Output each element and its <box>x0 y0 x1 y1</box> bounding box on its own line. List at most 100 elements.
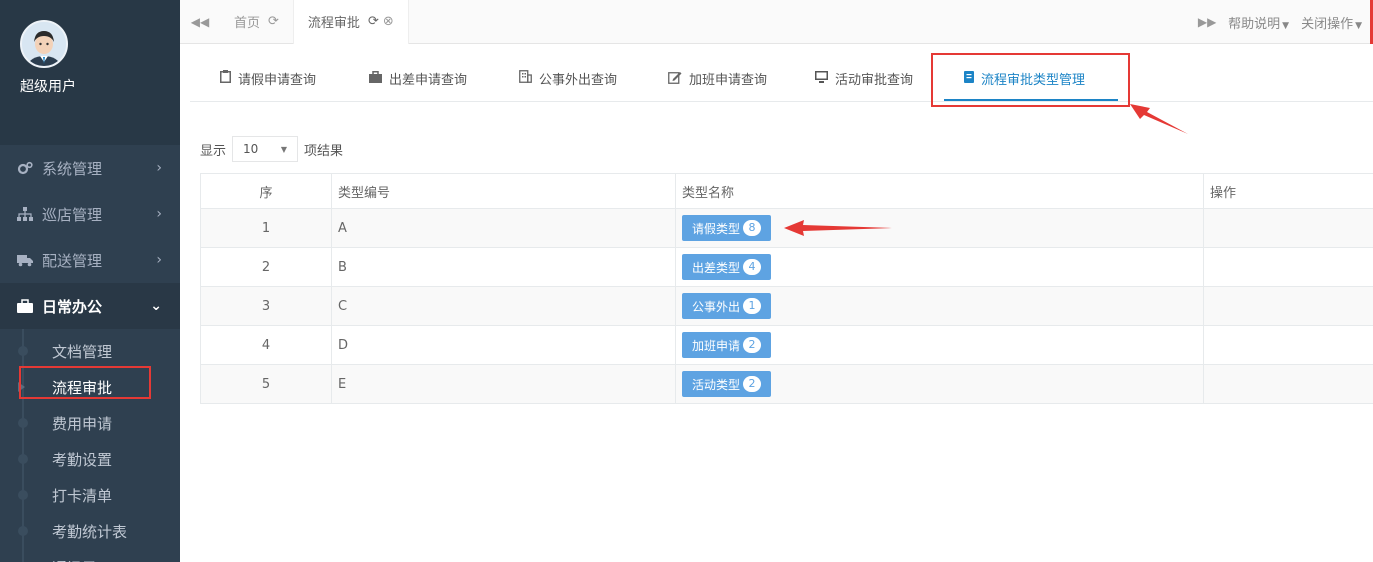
close-operations-dropdown[interactable]: 关闭操作 ▼ <box>1295 13 1368 32</box>
length-prefix: 显示 <box>200 143 227 159</box>
help-dropdown[interactable]: 帮助说明 ▼ <box>1222 13 1295 32</box>
nav-label: 巡店管理 <box>42 205 103 224</box>
chevron-right-icon: › <box>156 252 162 268</box>
nav-label: 日常办公 <box>42 297 103 316</box>
submenu-item-documents[interactable]: 文档管理 <box>0 333 180 369</box>
type-code: C <box>331 286 676 326</box>
submenu: 文档管理 流程审批 费用申请 考勤设置 打卡清单 考勤统计表 通讯录 <box>0 329 180 562</box>
tab-activity-approval-query[interactable]: 活动审批查询 <box>815 54 913 102</box>
nav-label: 配送管理 <box>42 251 103 270</box>
type-code: E <box>331 364 676 404</box>
actions-cell <box>1203 364 1373 404</box>
active-tab-underline <box>944 99 1118 101</box>
page-length-select[interactable]: 10 ▼ <box>232 136 299 162</box>
tab-leave-query[interactable]: 请假申请查询 <box>220 54 316 102</box>
tab-label: 流程审批 <box>307 16 360 31</box>
submenu-item-workflow-approval[interactable]: 流程审批 <box>0 369 180 405</box>
nav-daily-office[interactable]: 日常办公 ⌄ <box>0 283 180 329</box>
edit-icon <box>668 70 682 87</box>
row-index: 4 <box>200 325 332 365</box>
column-header[interactable]: 序 <box>200 173 332 209</box>
type-button-label: 请假类型 <box>692 221 741 236</box>
type-name-cell: 公事外出 1 <box>675 286 1204 326</box>
tab-label: 出差申请查询 <box>389 72 468 88</box>
nav-system-management[interactable]: 系统管理 › <box>0 145 180 191</box>
page-length-value: 10 <box>243 142 259 156</box>
submenu-item-attendance-settings[interactable]: 考勤设置 <box>0 441 180 477</box>
type-code: D <box>331 325 676 365</box>
count-badge: 1 <box>743 298 762 314</box>
row-index: 3 <box>200 286 332 326</box>
length-suffix: 项结果 <box>304 143 344 159</box>
chevron-right-icon: › <box>156 160 162 176</box>
tab-label: 活动审批查询 <box>835 72 914 88</box>
tab-overtime-query[interactable]: 加班申请查询 <box>668 54 767 102</box>
refresh-icon[interactable]: ⟳ <box>368 14 379 29</box>
tab-bar: ◀◀ 首页 ⟳ 流程审批 ⟳ ⊗ ▶▶ 帮助说明 ▼ 关闭操作 ▼ <box>180 0 1373 44</box>
row-index: 5 <box>200 364 332 404</box>
type-button[interactable]: 请假类型 8 <box>682 215 772 241</box>
tab-official-outing-query[interactable]: 公事外出查询 <box>519 54 617 102</box>
types-table: 序 类型编号 类型名称 操作 1 A 请假类型 8 2 B 出差类型 4 3 C… <box>200 173 1373 404</box>
submenu-item-attendance-stats[interactable]: 考勤统计表 <box>0 513 180 549</box>
nav-delivery-management[interactable]: 配送管理 › <box>0 237 180 283</box>
nav-label: 系统管理 <box>42 159 103 178</box>
page-length-control: 显示 10 ▼ 项结果 <box>200 136 343 162</box>
type-name-cell: 活动类型 2 <box>675 364 1204 404</box>
clipboard-icon <box>220 70 231 86</box>
table-row: 4 D 加班申请 2 <box>200 325 1373 365</box>
type-button[interactable]: 活动类型 2 <box>682 371 772 397</box>
count-badge: 2 <box>743 376 762 392</box>
nav-store-inspection[interactable]: 巡店管理 › <box>0 191 180 237</box>
query-tabs: 请假申请查询 出差申请查询 公事外出查询 加班申请查询 活动审批查询 流程审批类… <box>190 53 1373 107</box>
caret-down-icon: ▼ <box>1282 20 1290 31</box>
username: 超级用户 <box>20 79 76 95</box>
caret-down-icon: ▼ <box>1355 20 1362 31</box>
tab-home[interactable]: 首页 ⟳ <box>220 0 294 44</box>
type-button[interactable]: 公事外出 1 <box>682 293 772 319</box>
truck-icon <box>16 253 34 267</box>
type-button[interactable]: 加班申请 2 <box>682 332 772 358</box>
submenu-item-contacts[interactable]: 通讯录 <box>0 549 180 562</box>
type-button[interactable]: 出差类型 4 <box>682 254 772 280</box>
tab-workflow-type-management[interactable]: 流程审批类型管理 <box>964 54 1085 102</box>
actions-cell <box>1203 208 1373 248</box>
type-button-label: 活动类型 <box>692 377 741 392</box>
row-index: 1 <box>200 208 332 248</box>
content-panel: 请假申请查询 出差申请查询 公事外出查询 加班申请查询 活动审批查询 流程审批类… <box>190 53 1373 562</box>
tab-workflow-approval[interactable]: 流程审批 ⟳ ⊗ <box>293 0 409 44</box>
type-button-label: 加班申请 <box>692 338 741 353</box>
actions-cell <box>1203 247 1373 287</box>
column-header[interactable]: 类型编号 <box>331 173 676 209</box>
briefcase-icon <box>369 70 382 86</box>
submenu-item-expense-request[interactable]: 费用申请 <box>0 405 180 441</box>
tab-label: 请假申请查询 <box>238 72 317 88</box>
help-label: 帮助说明 <box>1228 16 1281 32</box>
close-icon[interactable]: ⊗ <box>383 14 394 29</box>
type-button-label: 出差类型 <box>692 260 741 275</box>
type-name-cell: 请假类型 8 <box>675 208 1204 248</box>
close-operations-label: 关闭操作 <box>1301 16 1354 32</box>
table-row: 5 E 活动类型 2 <box>200 364 1373 404</box>
count-badge: 2 <box>743 337 762 353</box>
scroll-left-icon[interactable]: ◀◀ <box>180 0 220 44</box>
tab-label: 加班申请查询 <box>689 72 768 88</box>
submenu-item-clock-list[interactable]: 打卡清单 <box>0 477 180 513</box>
column-header[interactable]: 类型名称 <box>675 173 1204 209</box>
refresh-icon[interactable]: ⟳ <box>268 14 279 29</box>
chevron-right-icon: › <box>156 206 162 222</box>
type-button-label: 公事外出 <box>692 299 741 314</box>
avatar[interactable] <box>20 20 68 68</box>
briefcase-icon <box>16 299 34 313</box>
scroll-right-icon[interactable]: ▶▶ <box>1192 0 1222 44</box>
monitor-icon <box>815 70 828 86</box>
tab-business-trip-query[interactable]: 出差申请查询 <box>369 54 467 102</box>
column-header[interactable]: 操作 <box>1203 173 1373 209</box>
tab-label: 首页 <box>234 16 261 31</box>
type-code: A <box>331 208 676 248</box>
sidebar: 超级用户 系统管理 › 巡店管理 › 配送管理 › 日常办公 ⌄ 文档管理 流程… <box>0 0 180 562</box>
book-icon <box>964 70 974 86</box>
chevron-down-icon: ⌄ <box>150 298 162 314</box>
building-icon <box>519 70 532 86</box>
row-index: 2 <box>200 247 332 287</box>
